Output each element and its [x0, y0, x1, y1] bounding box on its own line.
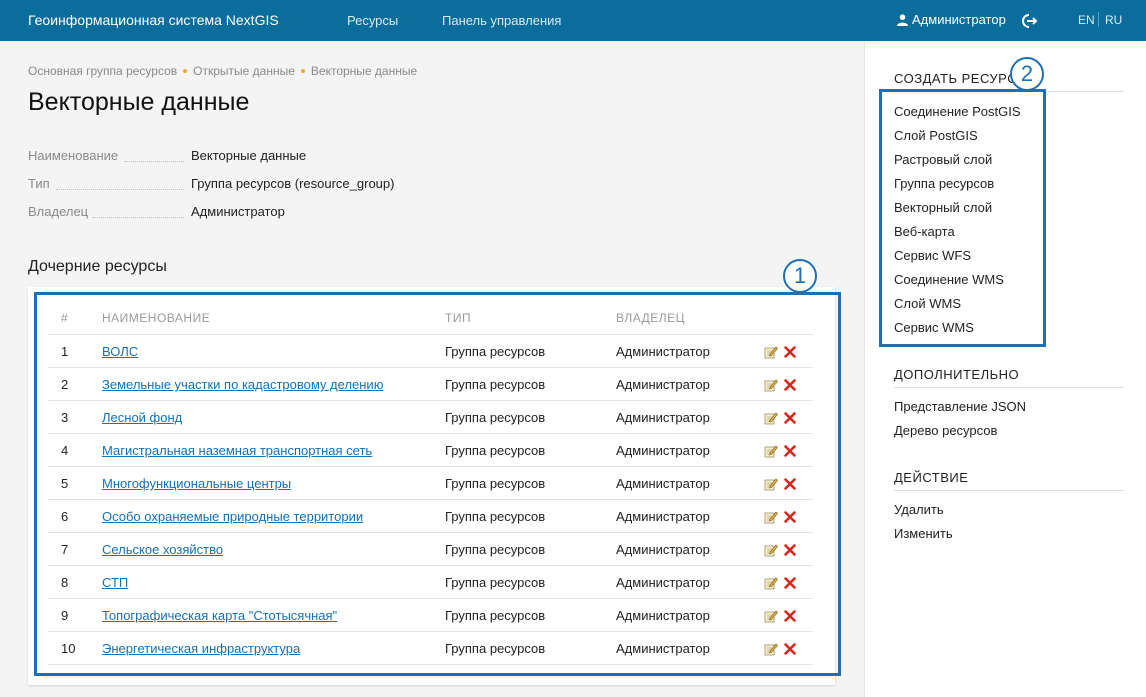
- sidebar-action-heading: ДЕЙСТВИЕ: [894, 470, 1124, 491]
- breadcrumb: Основная группа ресурсов Открытые данные…: [28, 64, 417, 78]
- property-leader: [124, 161, 184, 162]
- app-title[interactable]: Геоинформационная система NextGIS: [28, 12, 279, 28]
- annotation-box-create: [879, 89, 1046, 347]
- breadcrumb-separator: [300, 69, 305, 73]
- user-name: Администратор: [912, 12, 1006, 27]
- property-name: Наименование Векторные данные: [28, 148, 528, 166]
- nav-resources[interactable]: Ресурсы: [347, 13, 398, 28]
- page-title: Векторные данные: [28, 88, 250, 116]
- logout-icon[interactable]: [1020, 12, 1038, 30]
- sidebar-item-json[interactable]: Представление JSON: [894, 399, 1026, 414]
- sidebar-extra-heading: ДОПОЛНИТЕЛЬНО: [894, 367, 1124, 388]
- property-key: Владелец: [28, 204, 89, 219]
- sidebar-item-delete[interactable]: Удалить: [894, 502, 944, 517]
- annotation-callout-1: 1: [783, 259, 817, 293]
- property-type: Тип Группа ресурсов (resource_group): [28, 176, 528, 194]
- annotation-box-table: [34, 292, 841, 676]
- property-key: Тип: [28, 176, 50, 191]
- user-icon: [897, 13, 908, 26]
- annotation-callout-2: 2: [1010, 57, 1044, 91]
- property-key: Наименование: [28, 148, 119, 163]
- property-leader: [92, 217, 184, 218]
- breadcrumb-item[interactable]: Открытые данные: [193, 64, 295, 78]
- breadcrumb-separator: [183, 69, 188, 73]
- lang-ru[interactable]: RU: [1105, 13, 1122, 27]
- property-value: Администратор: [191, 204, 285, 219]
- nav-control-panel[interactable]: Панель управления: [442, 13, 561, 28]
- lang-en[interactable]: EN: [1078, 13, 1095, 27]
- children-section-title: Дочерние ресурсы: [28, 258, 167, 275]
- property-owner: Владелец Администратор: [28, 204, 528, 222]
- property-value: Группа ресурсов (resource_group): [191, 176, 395, 191]
- breadcrumb-item[interactable]: Основная группа ресурсов: [28, 64, 177, 78]
- top-navbar: Геоинформационная система NextGIS Ресурс…: [0, 0, 1146, 41]
- property-leader: [56, 189, 184, 190]
- property-value: Векторные данные: [191, 148, 307, 163]
- user-menu[interactable]: Администратор: [897, 12, 1006, 27]
- sidebar-item-resource-tree[interactable]: Дерево ресурсов: [894, 423, 997, 438]
- breadcrumb-item[interactable]: Векторные данные: [311, 64, 417, 78]
- sidebar-item-edit[interactable]: Изменить: [894, 526, 953, 541]
- lang-divider: [1098, 12, 1099, 27]
